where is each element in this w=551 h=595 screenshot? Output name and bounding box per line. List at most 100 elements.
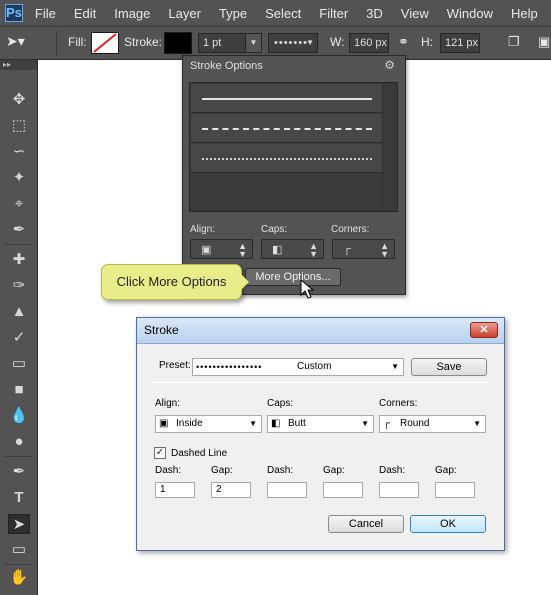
butt-cap-icon: ◧ [272,244,283,256]
marquee-tool-icon[interactable]: ⬚ [8,116,30,136]
width-field[interactable]: 160 px [349,33,389,53]
dash-label-3: Dash: [379,465,406,476]
solid-line-icon [202,98,372,100]
dash-input-1[interactable]: 1 [155,482,195,498]
stroke-preset-dotted[interactable] [191,144,382,173]
chevron-down-icon[interactable]: ▼ [245,34,261,52]
gradient-tool-icon[interactable]: ■ [8,380,30,400]
caps-dropdown[interactable]: ◧ Butt ▼ [267,415,374,433]
more-options-button[interactable]: More Options... [245,268,341,286]
dash-input-3[interactable] [379,482,419,498]
up-down-arrows-icon: ▲ ▼ [309,241,318,259]
dotted-line-icon [202,158,372,160]
preset-list-scrollbar[interactable] [382,84,396,210]
menu-3d[interactable]: 3D [366,6,383,21]
stroke-label: Stroke: [124,35,163,49]
menu-select[interactable]: Select [265,6,301,21]
options-divider [56,31,57,55]
hand-tool-icon[interactable]: ✋ [8,568,30,588]
dodge-tool-icon[interactable]: ● [8,432,30,452]
dialog-title: Stroke [144,323,179,337]
height-label: H: [421,35,433,49]
history-brush-tool-icon[interactable]: ✓ [8,328,30,348]
cancel-button[interactable]: Cancel [328,515,404,533]
menu-view[interactable]: View [401,6,429,21]
menu-help[interactable]: Help [511,6,538,21]
stroke-type-dropdown[interactable]: ••••••• ▼ [268,33,318,53]
menu-file[interactable]: File [35,6,56,21]
crop-tool-icon[interactable]: ⌖ [8,194,30,214]
align-dropdown[interactable]: ▣ Inside ▼ [155,415,262,433]
healing-brush-tool-icon[interactable]: ✚ [8,250,30,270]
close-icon[interactable]: ✕ [470,322,498,338]
menu-window[interactable]: Window [447,6,493,21]
stroke-preset-dashed[interactable] [191,114,382,143]
menu-image[interactable]: Image [114,6,150,21]
height-field[interactable]: 121 px [440,33,480,53]
menu-edit[interactable]: Edit [74,6,96,21]
callout-pointer [241,274,249,290]
dashed-line-checkbox[interactable]: ✓ [154,447,166,459]
toolbar-divider [5,244,33,245]
link-icon[interactable]: ⚭ [398,34,409,50]
gap-input-1[interactable]: 2 [211,482,251,498]
blur-tool-icon[interactable]: 💧 [8,406,30,426]
move-tool-icon[interactable]: ✥ [8,90,30,110]
caps-dropdown[interactable]: ◧ ▲ ▼ [261,239,324,259]
path-selection-tool-preset-icon[interactable]: ➤▾ [6,33,25,50]
chevron-down-icon: ▼ [249,419,257,428]
corners-label: Corners: [331,224,370,235]
dialog-separator [152,382,488,383]
dash-input-2[interactable] [267,482,307,498]
up-down-arrows-icon: ▲ ▼ [380,241,389,259]
no-fill-icon [93,33,117,53]
menu-type[interactable]: Type [219,6,247,21]
corners-dropdown[interactable]: ┌ Round ▼ [379,415,486,433]
brush-tool-icon[interactable]: ✑ [8,276,30,296]
butt-cap-icon: ◧ [271,418,281,429]
ok-button[interactable]: OK [410,515,486,533]
path-alignment-icon[interactable]: ▣ [538,34,550,50]
stroke-preset-solid[interactable] [191,84,382,113]
preset-dropdown[interactable]: •••••••••••••••• Custom ▼ [192,358,404,376]
menu-filter[interactable]: Filter [319,6,348,21]
align-inside-icon: ▣ [159,418,169,429]
align-inside-icon: ▣ [201,244,212,256]
eraser-tool-icon[interactable]: ▭ [8,354,30,374]
gap-label-2: Gap: [323,465,345,476]
width-label: W: [330,35,345,49]
type-tool-icon[interactable]: T [8,488,30,508]
stroke-color-swatch[interactable] [164,32,192,54]
path-selection-tool-icon[interactable]: ➤ [8,514,30,534]
gear-icon[interactable]: ⚙ [384,58,395,72]
dotted-line-icon: ••••••• [274,37,308,49]
callout-tooltip: Click More Options [101,264,242,300]
dotted-line-icon: •••••••••••••••• [196,362,263,372]
align-label: Align: [155,398,181,409]
corners-dropdown[interactable]: ┌ ▲ ▼ [332,239,395,259]
path-operations-icon[interactable]: ❐ [508,34,520,50]
preset-label: Preset: [159,360,191,371]
gap-label-1: Gap: [211,465,233,476]
gap-label-3: Gap: [435,465,457,476]
align-value: Inside [176,418,203,429]
stroke-width-field[interactable]: 1 pt ▼ [198,33,262,53]
chevron-down-icon: ▼ [306,38,314,47]
up-down-arrows-icon: ▲ ▼ [238,241,247,259]
save-button[interactable]: Save [411,358,487,376]
mouse-cursor-icon [300,279,314,299]
rectangle-tool-icon[interactable]: ▭ [8,540,30,560]
fill-swatch[interactable] [91,32,119,54]
dialog-titlebar[interactable]: Stroke ✕ [137,318,504,344]
lasso-tool-icon[interactable]: ∽ [8,142,30,162]
quick-selection-tool-icon[interactable]: ✦ [8,168,30,188]
gap-input-2[interactable] [323,482,363,498]
menu-layer[interactable]: Layer [168,6,201,21]
gap-input-3[interactable] [435,482,475,498]
panel-collapse-icon[interactable]: ▸▸ [0,60,37,70]
pen-tool-icon[interactable]: ✒ [8,462,30,482]
clone-stamp-tool-icon[interactable]: ▲ [8,302,30,322]
align-dropdown[interactable]: ▣ ▲ ▼ [190,239,253,259]
eyedropper-tool-icon[interactable]: ✒ [8,220,30,240]
stroke-options-panel: Stroke Options ⚙ Align: Caps: Corners: ▣… [182,55,406,295]
